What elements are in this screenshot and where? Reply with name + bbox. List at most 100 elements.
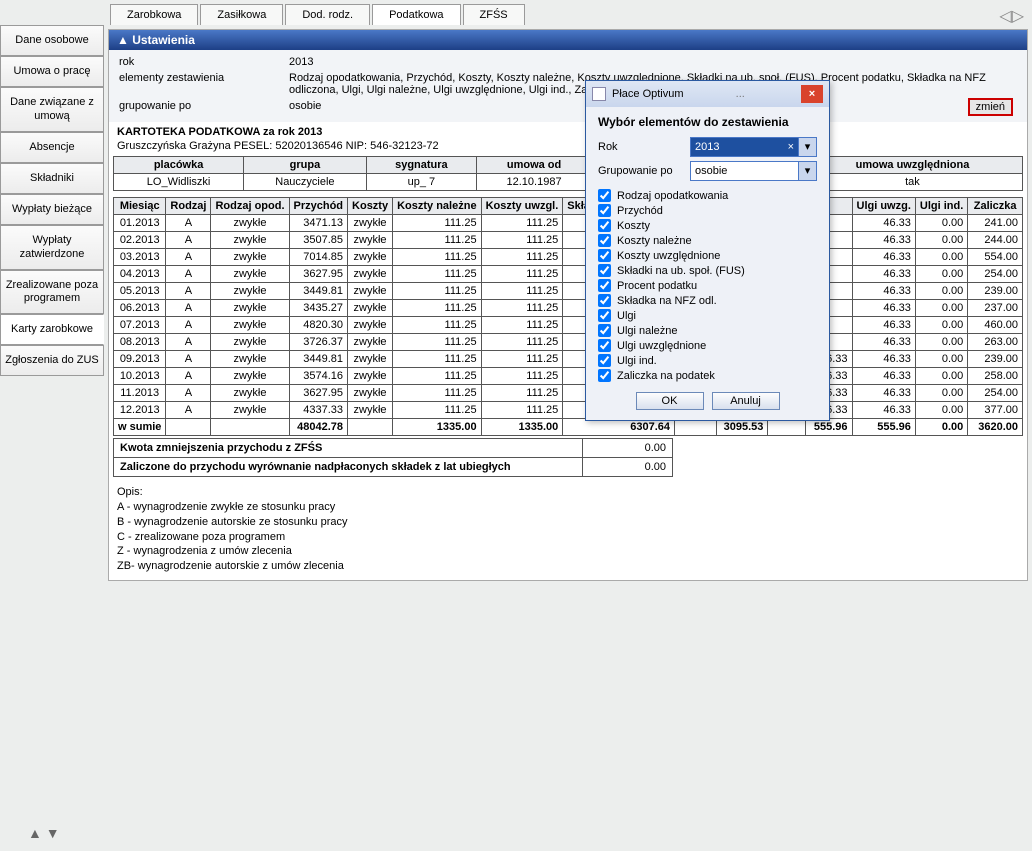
tab-podatkowa[interactable]: Podatkowa xyxy=(372,4,460,25)
cell: 11.2013 xyxy=(114,385,166,402)
checkbox-label: Ulgi ind. xyxy=(617,355,657,367)
cell: A xyxy=(166,351,211,368)
top-tab-bar: ZarobkowaZasiłkowaDod. rodz.PodatkowaZFŚ… xyxy=(0,0,1032,25)
checkbox[interactable] xyxy=(598,249,611,262)
checkbox-label: Ulgi należne xyxy=(617,325,678,337)
cell: zwykłe xyxy=(211,232,289,249)
checkbox[interactable] xyxy=(598,279,611,292)
summary-value: 0.00 xyxy=(583,439,673,458)
tab-zarobkowa[interactable]: Zarobkowa xyxy=(110,4,198,25)
table-row: 03.2013Azwykłe7014.85zwykłe111.25111.259… xyxy=(114,249,1023,266)
sidebar-item[interactable]: Wypłaty bieżące xyxy=(0,194,104,225)
cell: up_ 7 xyxy=(366,174,476,191)
data-table: MiesiącRodzajRodzaj opod.PrzychódKosztyK… xyxy=(113,197,1023,436)
cell: 0.00 xyxy=(915,402,967,419)
checkbox[interactable] xyxy=(598,354,611,367)
checkbox-item[interactable]: Ulgi ind. xyxy=(598,354,817,367)
tab-zf-s[interactable]: ZFŚS xyxy=(463,4,525,25)
checkbox-item[interactable]: Koszty xyxy=(598,219,817,232)
col-header: Przychód xyxy=(289,198,348,215)
checkbox-item[interactable]: Przychód xyxy=(598,204,817,217)
cell: 02.2013 xyxy=(114,232,166,249)
checkbox-item[interactable]: Koszty uwzględnione xyxy=(598,249,817,262)
bottom-arrows-icon[interactable]: ▲ ▼ xyxy=(28,825,60,841)
sidebar-item[interactable]: Umowa o pracę xyxy=(0,56,104,87)
dialog-wybor-elementow: Płace Optivum ... × Wybór elementów do z… xyxy=(585,80,830,421)
kartoteka-title: KARTOTEKA PODATKOWA za rok 2013 xyxy=(109,122,1027,140)
cell: 111.25 xyxy=(481,402,563,419)
nav-arrows-icon[interactable]: ◁▷ xyxy=(999,6,1024,26)
cell: 01.2013 xyxy=(114,215,166,232)
checkbox[interactable] xyxy=(598,189,611,202)
cell: A xyxy=(166,334,211,351)
sidebar-item[interactable]: Dane osobowe xyxy=(0,25,104,56)
sidebar-item[interactable]: Karty zarobkowe xyxy=(0,314,104,345)
cell: 46.33 xyxy=(852,402,915,419)
cell: 555.96 xyxy=(852,419,915,436)
col-header: grupa xyxy=(244,157,367,174)
checkbox-item[interactable]: Procent podatku xyxy=(598,279,817,292)
checkbox-item[interactable]: Składka na NFZ odl. xyxy=(598,294,817,307)
col-header: Rodzaj xyxy=(166,198,211,215)
checkbox[interactable] xyxy=(598,309,611,322)
cell: 4820.30 xyxy=(289,317,348,334)
tab-zasi-kowa[interactable]: Zasiłkowa xyxy=(200,4,283,25)
checkbox[interactable] xyxy=(598,264,611,277)
cell: 12.10.1987 xyxy=(477,174,592,191)
sidebar-item[interactable]: Absencje xyxy=(0,132,104,163)
cell: 111.25 xyxy=(481,266,563,283)
cell: 111.25 xyxy=(393,402,481,419)
cell: 111.25 xyxy=(481,334,563,351)
sidebar-item[interactable]: Wypłaty zatwierdzone xyxy=(0,225,104,269)
checkbox-item[interactable]: Rodzaj opodatkowania xyxy=(598,189,817,202)
zmien-button[interactable]: zmień xyxy=(968,98,1013,116)
dialog-grp-select[interactable]: osobie▾ xyxy=(690,161,817,181)
dialog-rok-label: Rok xyxy=(598,141,690,153)
checkbox[interactable] xyxy=(598,294,611,307)
checkbox-item[interactable]: Składki na ub. społ. (FUS) xyxy=(598,264,817,277)
dialog-ok-button[interactable]: OK xyxy=(636,392,704,410)
cell: 3507.85 xyxy=(289,232,348,249)
col-header: Koszty uwzgl. xyxy=(481,198,563,215)
table-row: 08.2013Azwykłe3726.37zwykłe111.25111.255… xyxy=(114,334,1023,351)
cell: A xyxy=(166,300,211,317)
cell: 07.2013 xyxy=(114,317,166,334)
checkbox-item[interactable]: Ulgi należne xyxy=(598,324,817,337)
cell: A xyxy=(166,266,211,283)
checkbox[interactable] xyxy=(598,234,611,247)
cell: zwykłe xyxy=(348,351,393,368)
checkbox-item[interactable]: Ulgi uwzględnione xyxy=(598,339,817,352)
chevron-down-icon[interactable]: ▾ xyxy=(798,138,816,156)
cell: A xyxy=(166,249,211,266)
sidebar-item[interactable]: Zgłoszenia do ZUS xyxy=(0,345,104,376)
sidebar-item[interactable]: Składniki xyxy=(0,163,104,194)
chevron-down-icon[interactable]: ▾ xyxy=(798,162,816,180)
cell: 0.00 xyxy=(915,351,967,368)
cell: A xyxy=(166,402,211,419)
col-header: placówka xyxy=(114,157,244,174)
checkbox[interactable] xyxy=(598,339,611,352)
col-header: umowa uwzględniona xyxy=(802,157,1022,174)
sidebar-item[interactable]: Dane związane z umową xyxy=(0,87,104,131)
cell: 237.00 xyxy=(968,300,1023,317)
checkbox-item[interactable]: Zaliczka na podatek xyxy=(598,369,817,382)
table-row: 09.2013Azwykłe3449.81zwykłe111.25111.254… xyxy=(114,351,1023,368)
cell: 111.25 xyxy=(481,300,563,317)
tab-dod-rodz-[interactable]: Dod. rodz. xyxy=(285,4,370,25)
settings-header[interactable]: ▲ Ustawienia xyxy=(109,30,1027,50)
sidebar-item[interactable]: Zrealizowane poza programem xyxy=(0,270,104,314)
content-panel: ▲ Ustawienia rok2013 elementy zestawieni… xyxy=(108,29,1028,581)
checkbox[interactable] xyxy=(598,324,611,337)
checkbox[interactable] xyxy=(598,219,611,232)
checkbox-item[interactable]: Koszty należne xyxy=(598,234,817,247)
checkbox[interactable] xyxy=(598,369,611,382)
checkbox[interactable] xyxy=(598,204,611,217)
dialog-cancel-button[interactable]: Anuluj xyxy=(712,392,780,410)
checkbox-item[interactable]: Ulgi xyxy=(598,309,817,322)
cell: 3627.95 xyxy=(289,385,348,402)
dialog-rok-select[interactable]: 2013×▾ xyxy=(690,137,817,157)
cell: 111.25 xyxy=(393,215,481,232)
dialog-close-button[interactable]: × xyxy=(801,85,823,103)
col-header: Ulgi uwzg. xyxy=(852,198,915,215)
cell: 254.00 xyxy=(968,266,1023,283)
